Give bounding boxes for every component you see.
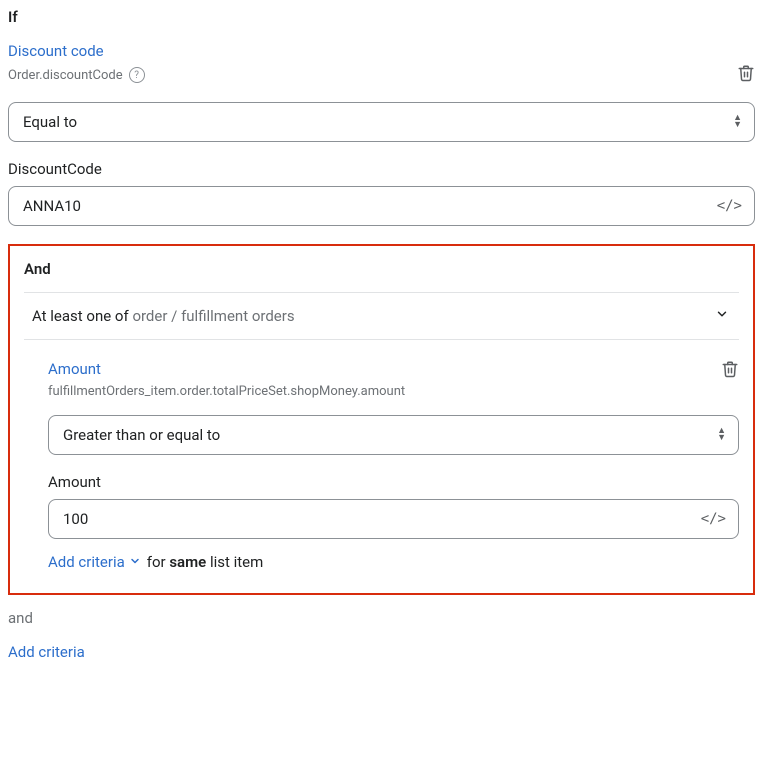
same-bold: same [169,553,206,571]
select-chevrons-icon: ▲▼ [733,115,742,129]
chevron-down-icon [129,555,141,570]
chevron-down-icon [715,307,729,325]
same-prefix: for [147,553,170,571]
discount-code-path-text: Order.discountCode [8,68,123,83]
discount-code-path: Order.discountCode ? [8,67,145,83]
operator-select-top[interactable]: Equal to ▲▼ [8,102,755,142]
nested-header-row: Amount fulfillmentOrders_item.order.tota… [48,360,739,399]
add-criteria-text: Add criteria [48,553,125,571]
and-condition-group: And At least one of order / fulfillment … [8,244,755,595]
lower-and-label: and [8,609,755,627]
same-list-item-text: for same list item [147,553,264,571]
trash-icon[interactable] [721,360,739,382]
amount-value-text: 100 [63,510,88,528]
discount-code-path-row: Order.discountCode ? [8,64,755,86]
operator-select-top-value: Equal to [23,113,77,131]
add-criteria-link[interactable]: Add criteria [48,553,141,571]
discount-code-field-link[interactable]: Discount code [8,42,755,60]
discount-code-value-label: DiscountCode [8,160,755,178]
discount-code-value-input[interactable]: ANNA10 </> [8,186,755,226]
same-suffix: list item [206,553,263,571]
bottom-add-criteria-link[interactable]: Add criteria [8,643,85,661]
trash-icon[interactable] [737,64,755,86]
collapse-muted: order / fulfillment orders [132,307,294,325]
operator-select-nested-value: Greater than or equal to [63,426,220,444]
collapse-row[interactable]: At least one of order / fulfillment orde… [24,292,739,340]
amount-value-label: Amount [48,473,739,491]
nested-header-left: Amount fulfillmentOrders_item.order.tota… [48,360,405,399]
amount-field-link[interactable]: Amount [48,360,405,378]
collapse-text: At least one of order / fulfillment orde… [32,307,295,325]
amount-value-input[interactable]: 100 </> [48,499,739,539]
and-label: And [24,260,739,278]
code-icon[interactable]: </> [701,511,726,527]
discount-code-value-text: ANNA10 [23,197,81,215]
collapse-prefix: At least one of [32,307,132,325]
if-label: If [8,8,755,26]
code-icon[interactable]: </> [717,198,742,214]
add-criteria-row: Add criteria for same list item [48,553,739,571]
select-chevrons-icon: ▲▼ [717,428,726,442]
nested-content: Amount fulfillmentOrders_item.order.tota… [24,340,739,571]
help-icon[interactable]: ? [129,67,145,83]
amount-path: fulfillmentOrders_item.order.totalPriceS… [48,384,405,399]
operator-select-nested[interactable]: Greater than or equal to ▲▼ [48,415,739,455]
